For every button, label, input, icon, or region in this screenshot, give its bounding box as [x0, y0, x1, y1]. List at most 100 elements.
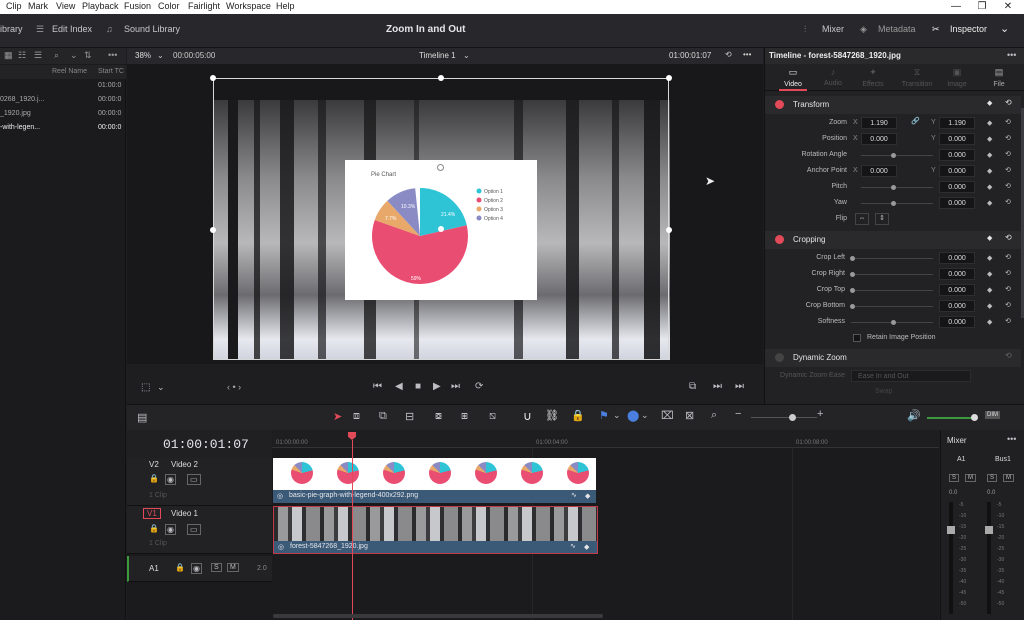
position-y-field[interactable]: 0.000 — [939, 133, 975, 145]
menu-fairlight[interactable]: Fairlight — [188, 1, 220, 11]
zoom-custom-icon[interactable]: ⌕ — [711, 409, 717, 422]
transform-handle[interactable] — [210, 227, 216, 233]
keyframe-diamond-icon[interactable]: ◆ — [584, 543, 589, 551]
crop-bottom-knob[interactable] — [850, 304, 855, 309]
timeline-selector[interactable]: Timeline 1 — [419, 51, 456, 60]
auto-select-icon[interactable]: ◉ — [165, 524, 176, 535]
snapping-icon[interactable]: ∪ — [523, 409, 532, 423]
layout-icon[interactable]: ▤ — [137, 411, 147, 424]
crop-left-knob[interactable] — [850, 256, 855, 261]
swap-button[interactable]: Swap — [875, 388, 893, 395]
softness-field[interactable]: 0.000 — [939, 316, 975, 328]
reset-icon[interactable]: ⟲ — [1005, 182, 1011, 190]
keyframe-diamond-icon[interactable]: ◆ — [987, 99, 992, 107]
chevron-down-icon[interactable]: ⌄ — [613, 410, 621, 421]
track-enable-icon[interactable]: ▭ — [187, 524, 201, 535]
tab-file[interactable]: ▤ File — [985, 67, 1013, 88]
mixer-solo-bus1[interactable]: S — [987, 474, 998, 482]
retain-position-checkbox[interactable] — [853, 334, 861, 342]
keyframe-diamond-icon[interactable]: ◆ — [585, 492, 590, 500]
maximize-icon[interactable]: ❐ — [970, 0, 994, 14]
yaw-slider-knob[interactable] — [891, 201, 896, 206]
list-item[interactable]: _1920.jpg 00:00:0 — [0, 107, 126, 121]
transform-handle[interactable] — [438, 75, 444, 81]
auto-select-icon[interactable]: ◉ — [191, 563, 202, 574]
master-volume-slider[interactable] — [927, 417, 973, 419]
list-item[interactable]: 01:00:0 — [0, 79, 126, 93]
zoom-detail-icon[interactable]: ⊠ — [685, 409, 694, 422]
menu-view[interactable]: View — [56, 1, 75, 11]
softness-knob[interactable] — [891, 320, 896, 325]
timeline-ruler[interactable]: 01:00:00:00 01:00:04:00 01:00:08:00 — [272, 430, 939, 448]
yaw-slider[interactable] — [861, 203, 933, 204]
transform-section-header[interactable]: Transform ◆ ⟲ — [765, 96, 1021, 114]
anchor-y-field[interactable]: 0.000 — [939, 165, 975, 177]
keyframe-diamond-icon[interactable]: ◆ — [987, 199, 992, 207]
reset-icon[interactable]: ⟲ — [1005, 134, 1011, 142]
collapse-icon[interactable]: ⌄ — [1000, 22, 1009, 35]
menu-color[interactable]: Color — [158, 1, 180, 11]
reset-icon[interactable]: ⟲ — [1005, 233, 1012, 242]
keyframe-diamond-icon[interactable]: ◆ — [987, 270, 992, 278]
chevron-down-icon[interactable]: ⌄ — [157, 382, 165, 393]
rotate-handle[interactable] — [437, 164, 444, 171]
menu-clip[interactable]: Clip — [6, 1, 22, 11]
insert-clip-icon[interactable]: ⧇ — [435, 410, 442, 423]
keyframe-diamond-icon[interactable]: ◆ — [987, 119, 992, 127]
tab-video[interactable]: ▭ Video — [779, 67, 807, 88]
timeline-clip-v1[interactable]: ◎ forest-5847268_1920.jpg ∿ ◆ — [273, 506, 598, 554]
track-enable-icon[interactable]: ▭ — [187, 474, 201, 485]
mixer-button[interactable]: Mixer — [822, 24, 844, 34]
overwrite-clip-icon[interactable]: ⧆ — [461, 410, 468, 423]
timeline-zoom-slider[interactable] — [751, 417, 817, 418]
rotation-field[interactable]: 0.000 — [939, 149, 975, 161]
chevron-down-icon[interactable]: ⌄ — [641, 410, 649, 421]
menu-fusion[interactable]: Fusion — [124, 1, 151, 11]
transform-enable-toggle[interactable] — [775, 100, 784, 109]
keyframe-diamond-icon[interactable]: ◆ — [987, 302, 992, 310]
match-frame-icon[interactable]: ⧉ — [689, 381, 696, 392]
reverse-play-icon[interactable]: ◀ — [395, 381, 403, 392]
track-header-v2[interactable]: V2 Video 2 🔒 ◉ ▭ 1 Clip — [127, 458, 272, 506]
rotation-slider[interactable] — [861, 155, 933, 156]
sync-icon[interactable]: ⟲ — [725, 50, 732, 59]
crop-left-slider[interactable] — [851, 258, 933, 259]
anchor-point-handle[interactable] — [438, 226, 444, 232]
reset-icon[interactable]: ⟲ — [1005, 166, 1011, 174]
solo-button[interactable]: S — [211, 563, 222, 572]
search-icon[interactable]: ⌕ — [54, 50, 59, 61]
crop-left-field[interactable]: 0.000 — [939, 252, 975, 264]
selection-tool-icon[interactable]: ➤ — [333, 410, 342, 423]
pitch-slider-knob[interactable] — [891, 185, 896, 190]
tab-effects[interactable]: ✦ Effects — [859, 67, 887, 88]
reset-icon[interactable]: ⟲ — [1005, 269, 1011, 277]
menu-mark[interactable]: Mark — [28, 1, 48, 11]
reset-icon[interactable]: ⟲ — [1005, 150, 1011, 158]
dynamic-zoom-section-header[interactable]: Dynamic Zoom ⟲ — [765, 349, 1021, 367]
grid-view-icon[interactable]: ▦ — [4, 50, 13, 61]
reset-icon[interactable]: ⟲ — [1005, 253, 1011, 261]
keyframe-diamond-icon[interactable]: ◆ — [987, 234, 992, 242]
reset-icon[interactable]: ⟲ — [1005, 198, 1011, 206]
dynamic-trim-icon[interactable]: ⧉ — [379, 410, 387, 423]
metadata-button[interactable]: Metadata — [878, 24, 916, 34]
zoom-x-field[interactable]: 1.190 — [861, 117, 897, 129]
reset-icon[interactable]: ⟲ — [1005, 351, 1012, 360]
cropping-enable-toggle[interactable] — [775, 235, 784, 244]
zoom-level[interactable]: 38% — [135, 51, 151, 60]
more-icon[interactable]: ••• — [743, 50, 751, 59]
crop-right-field[interactable]: 0.000 — [939, 268, 975, 280]
chevron-down-icon[interactable]: ⌄ — [70, 50, 78, 61]
position-x-field[interactable]: 0.000 — [861, 133, 897, 145]
sort-icon[interactable]: ⇅ — [84, 50, 92, 61]
marker-icon[interactable]: ⬤ — [627, 409, 639, 422]
first-frame-icon[interactable]: ⏮ — [373, 381, 382, 392]
last-frame-icon[interactable]: ⏭ — [451, 381, 460, 392]
list-detail-icon[interactable]: ☰ — [34, 50, 42, 61]
keyframe-diamond-icon[interactable]: ◆ — [987, 167, 992, 175]
tab-transition[interactable]: ⧖ Transition — [901, 67, 933, 88]
playhead-line[interactable] — [352, 440, 353, 620]
crop-top-slider[interactable] — [851, 290, 933, 291]
mixer-mute-bus1[interactable]: M — [1003, 474, 1014, 482]
chevron-down-icon[interactable]: ⌄ — [157, 51, 164, 60]
